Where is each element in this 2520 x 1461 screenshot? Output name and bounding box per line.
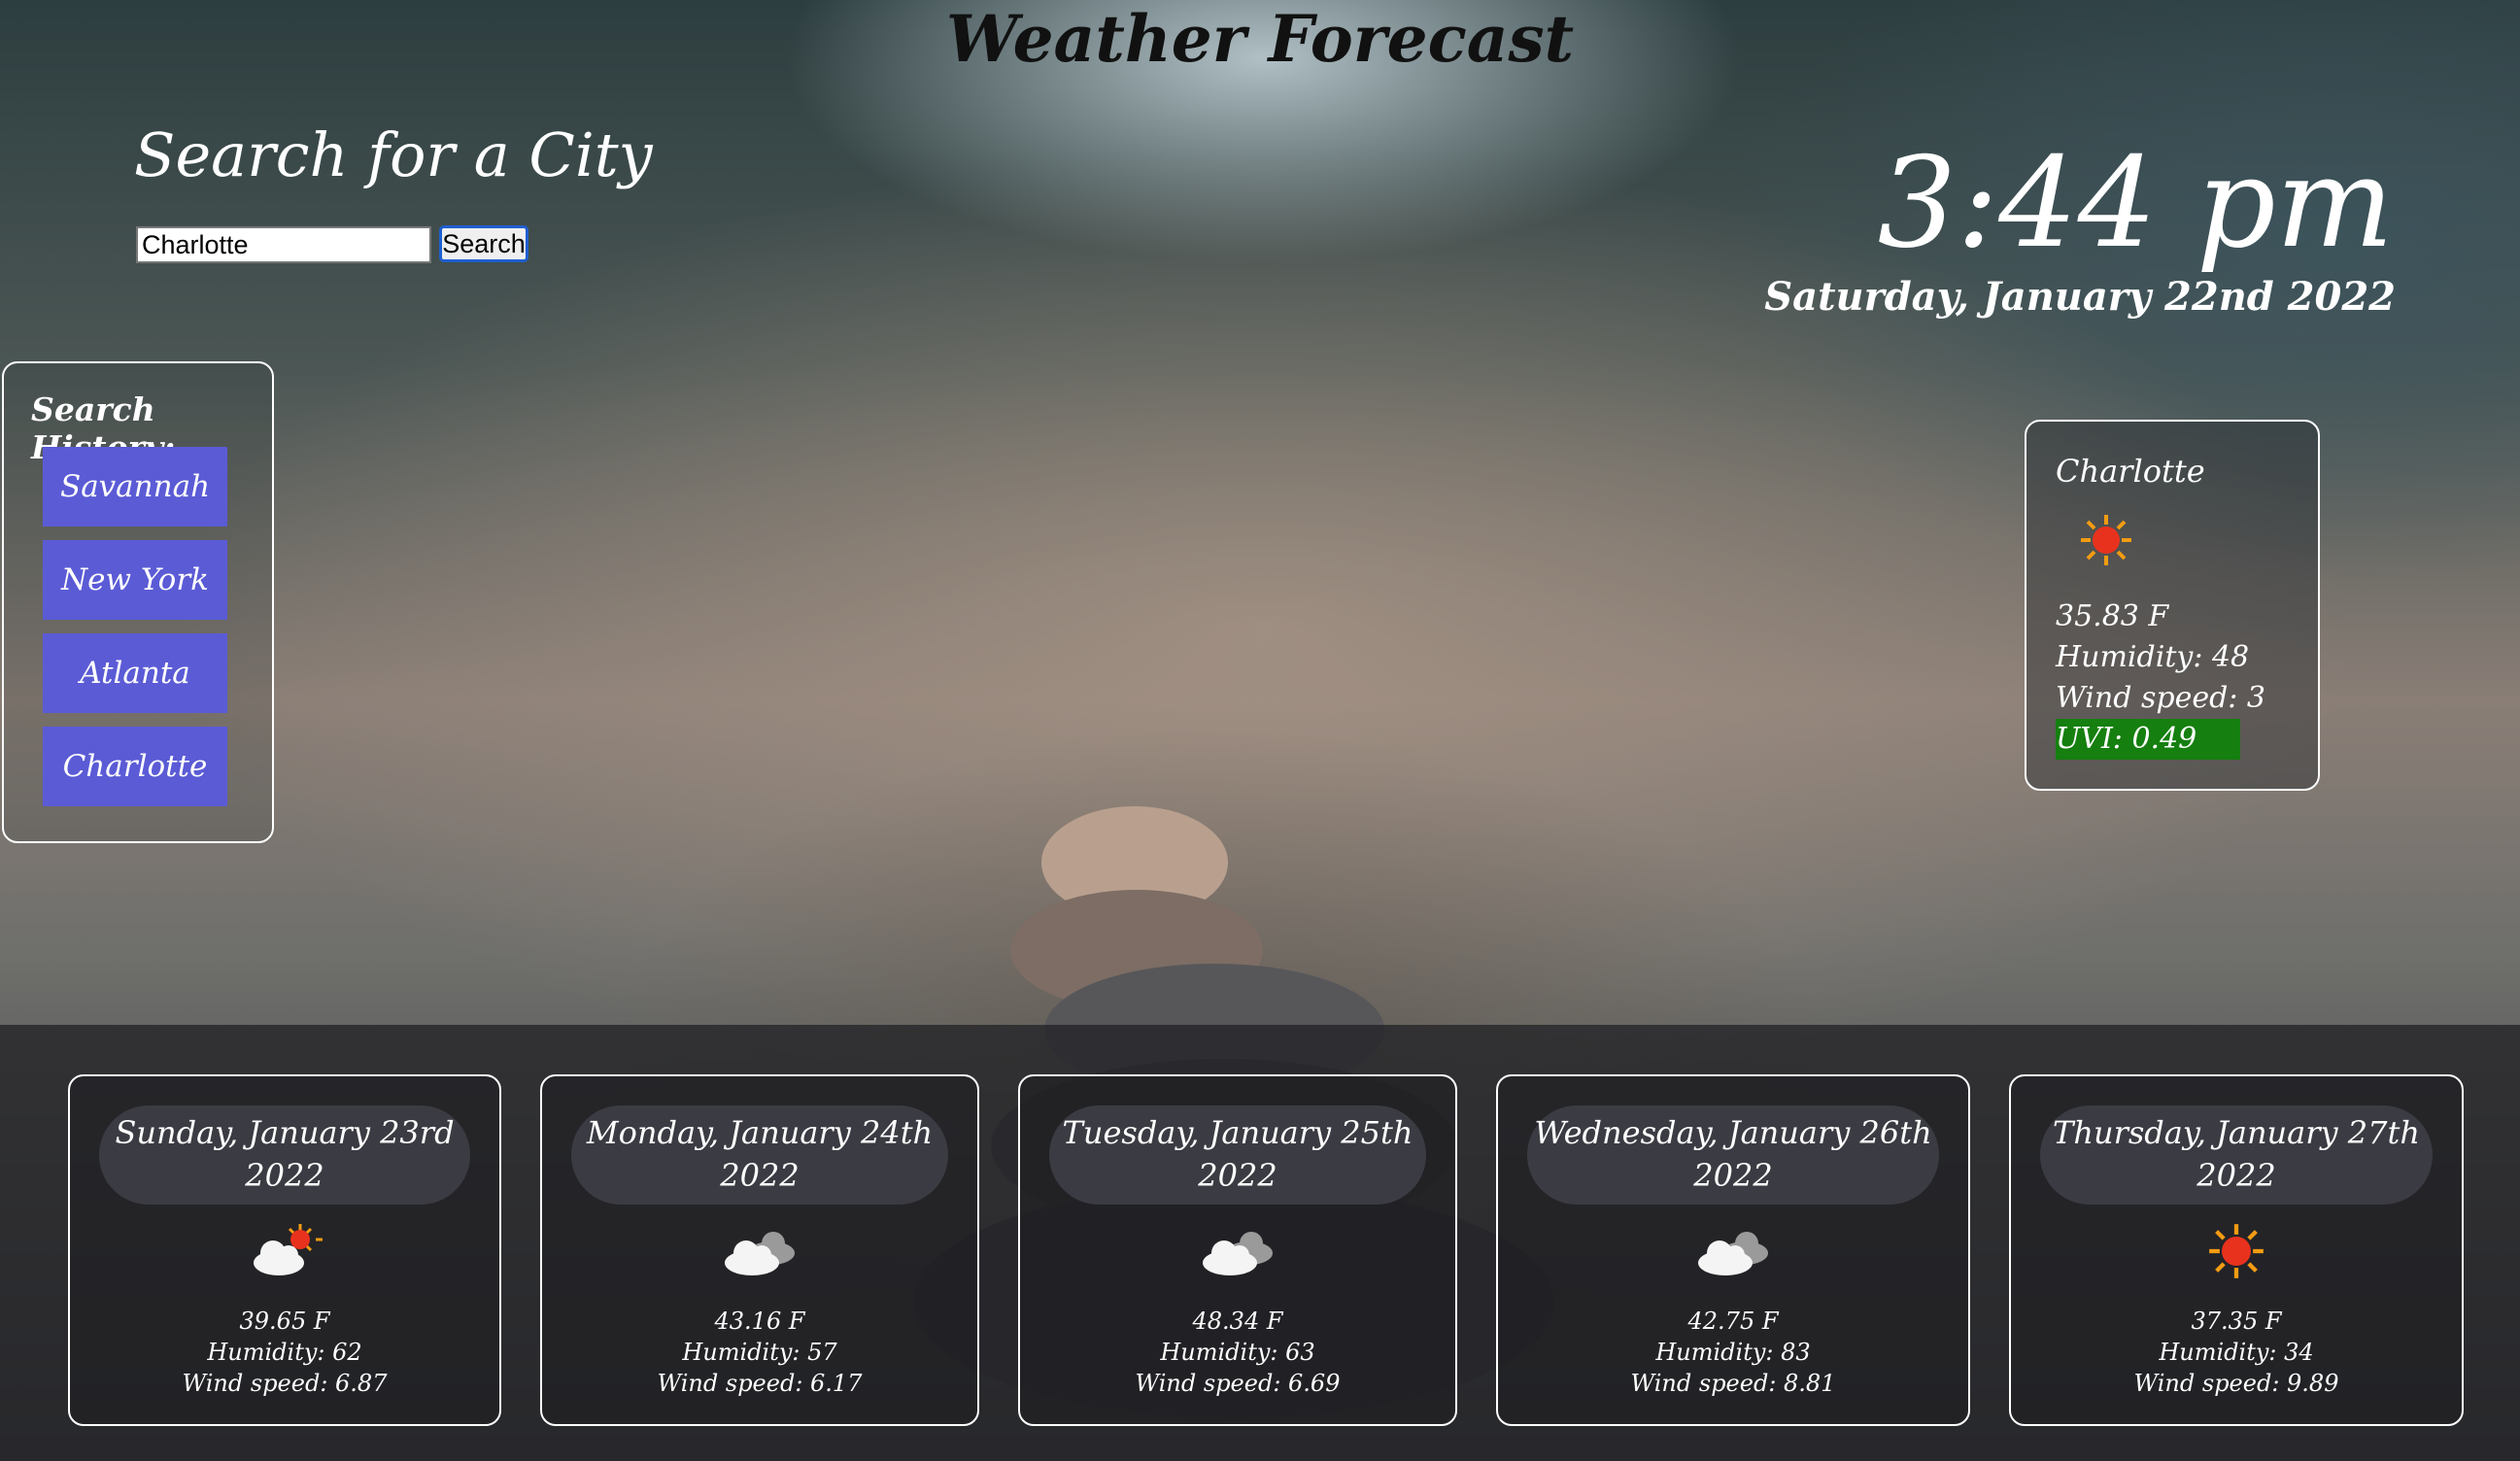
current-time: 3:44 pm bbox=[1877, 131, 2394, 276]
history-item-charlotte[interactable]: Charlotte bbox=[43, 727, 227, 806]
current-humidity: Humidity: 48 bbox=[2056, 640, 2250, 674]
forecast-year: 2022 bbox=[1198, 1157, 1277, 1194]
search-input[interactable] bbox=[136, 226, 431, 263]
partly-sunny-icon bbox=[70, 1222, 499, 1300]
search-history-panel: Search History: Savannah New York Atlant… bbox=[2, 361, 274, 843]
forecast-temp: 42.75 F bbox=[1687, 1308, 1779, 1335]
forecast-year: 2022 bbox=[2196, 1157, 2276, 1194]
forecast-wind: Wind speed: 8.81 bbox=[1630, 1370, 1836, 1397]
current-wind: Wind speed: 3 bbox=[2056, 681, 2266, 715]
forecast-day: Sunday, January 23rd bbox=[115, 1114, 455, 1151]
forecast-temp: 43.16 F bbox=[714, 1308, 805, 1335]
forecast-humidity: Humidity: 83 bbox=[1655, 1339, 1811, 1366]
forecast-year: 2022 bbox=[245, 1157, 324, 1194]
forecast-day: Thursday, January 27th bbox=[2053, 1114, 2420, 1151]
forecast-card: Wednesday, January 26th 2022 42.75 F Hum… bbox=[1496, 1074, 1970, 1426]
forecast-wind: Wind speed: 9.89 bbox=[2133, 1370, 2339, 1397]
forecast-wind: Wind speed: 6.87 bbox=[182, 1370, 388, 1397]
forecast-card: Monday, January 24th 2022 43.16 F Humidi… bbox=[540, 1074, 979, 1426]
search-heading: Search for a City bbox=[134, 119, 653, 190]
forecast-humidity: Humidity: 34 bbox=[2159, 1339, 2314, 1366]
forecast-card: Thursday, January 27th 2022 37.35 F Humi… bbox=[2009, 1074, 2464, 1426]
forecast-humidity: Humidity: 63 bbox=[1160, 1339, 1315, 1366]
forecast-temp: 37.35 F bbox=[2191, 1308, 2282, 1335]
forecast-year: 2022 bbox=[720, 1157, 800, 1194]
forecast-date: Wednesday, January 26th 2022 bbox=[1527, 1105, 1939, 1205]
forecast-year: 2022 bbox=[1693, 1157, 1773, 1194]
clouds-icon bbox=[1498, 1222, 1968, 1300]
forecast-date: Sunday, January 23rd 2022 bbox=[99, 1105, 470, 1205]
current-uvi: UVI: 0.49 bbox=[2056, 719, 2240, 760]
forecast-date: Monday, January 24th 2022 bbox=[571, 1105, 948, 1205]
forecast-card: Sunday, January 23rd 2022 39.65 F Humidi… bbox=[68, 1074, 501, 1426]
forecast-day: Wednesday, January 26th bbox=[1534, 1114, 1932, 1151]
forecast-temp: 48.34 F bbox=[1192, 1308, 1283, 1335]
current-temp: 35.83 F bbox=[2056, 599, 2169, 633]
forecast-temp: 39.65 F bbox=[239, 1308, 330, 1335]
sun-icon bbox=[2011, 1222, 2462, 1300]
forecast-humidity: Humidity: 57 bbox=[682, 1339, 837, 1366]
current-weather-card: Charlotte 35.83 F Humidity: 48 Wind spee… bbox=[2025, 420, 2320, 791]
forecast-day: Tuesday, January 25th bbox=[1062, 1114, 1413, 1151]
sun-icon bbox=[2079, 513, 2133, 567]
forecast-date: Thursday, January 27th 2022 bbox=[2040, 1105, 2433, 1205]
history-item-new-york[interactable]: New York bbox=[43, 540, 227, 620]
forecast-wind: Wind speed: 6.17 bbox=[657, 1370, 863, 1397]
current-date: Saturday, January 22nd 2022 bbox=[1764, 274, 2396, 320]
forecast-date: Tuesday, January 25th 2022 bbox=[1049, 1105, 1426, 1205]
history-item-atlanta[interactable]: Atlanta bbox=[43, 633, 227, 713]
forecast-wind: Wind speed: 6.69 bbox=[1135, 1370, 1341, 1397]
current-city: Charlotte bbox=[2056, 453, 2205, 490]
page-title: Weather Forecast bbox=[945, 1, 1575, 77]
clouds-icon bbox=[542, 1222, 977, 1300]
search-button[interactable]: Search bbox=[439, 225, 528, 262]
forecast-card: Tuesday, January 25th 2022 48.34 F Humid… bbox=[1018, 1074, 1457, 1426]
forecast-humidity: Humidity: 62 bbox=[207, 1339, 362, 1366]
history-item-savannah[interactable]: Savannah bbox=[43, 447, 227, 527]
forecast-day: Monday, January 24th bbox=[586, 1114, 934, 1151]
clouds-icon bbox=[1020, 1222, 1455, 1300]
